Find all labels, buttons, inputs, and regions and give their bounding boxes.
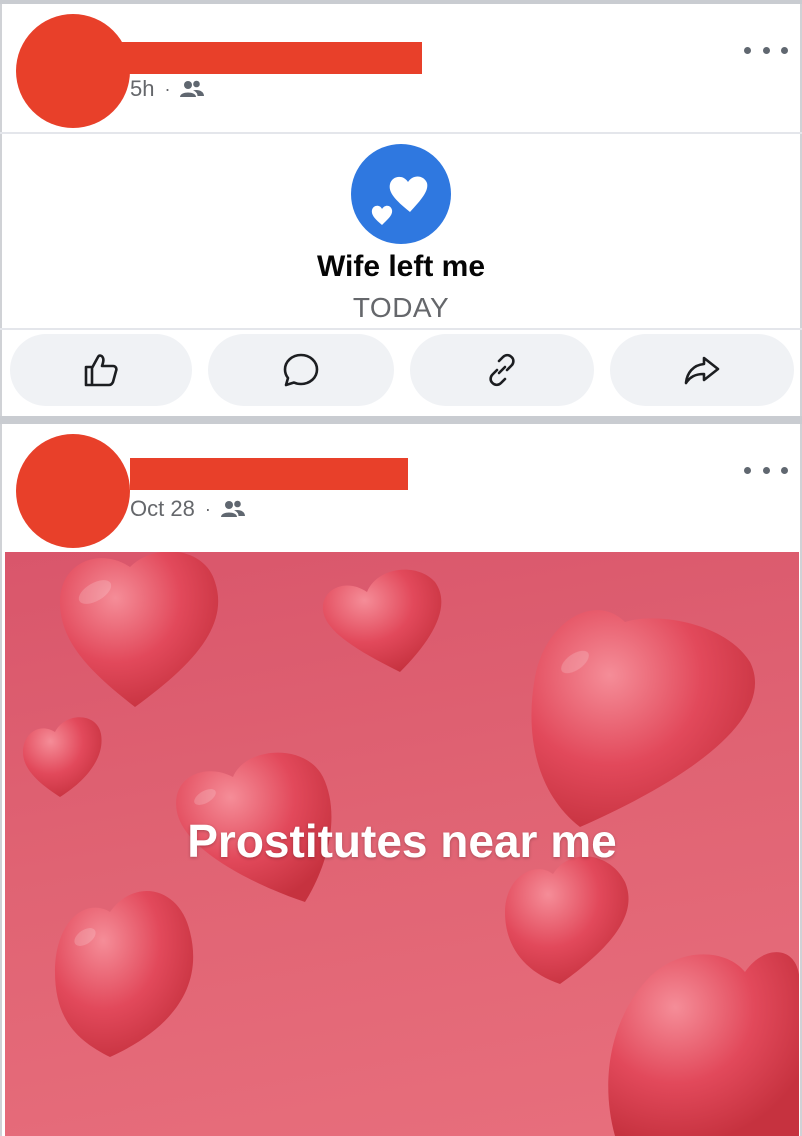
action-bar — [0, 334, 802, 408]
like-icon — [84, 354, 118, 387]
share-icon — [684, 356, 720, 385]
feed: 5h · Wife left me TODAY Oct 28 · Prostit… — [0, 0, 802, 1136]
life-event-title: Wife left me — [316, 250, 486, 283]
post-timestamp[interactable]: 5h — [130, 76, 154, 102]
meta-separator: · — [164, 78, 171, 99]
post-timestamp[interactable]: Oct 28 — [130, 496, 195, 522]
comment-icon — [283, 353, 319, 387]
post-image[interactable]: Prostitutes near me — [5, 552, 799, 1136]
like-button[interactable] — [10, 334, 192, 406]
comment-button[interactable] — [208, 334, 394, 406]
copy-link-button[interactable] — [410, 334, 594, 406]
friends-icon — [180, 79, 205, 99]
image-caption: Prostitutes near me — [187, 815, 617, 867]
share-button[interactable] — [610, 334, 794, 406]
more-options-icon[interactable] — [744, 38, 788, 62]
post-meta: Oct 28 · — [130, 496, 245, 522]
post-separator — [0, 416, 802, 424]
avatar[interactable] — [16, 14, 130, 128]
more-options-icon[interactable] — [744, 458, 788, 482]
post-card-1: 5h · Wife left me TODAY — [0, 4, 802, 416]
author-name-redacted[interactable] — [130, 458, 408, 490]
copy-link-icon — [489, 353, 515, 387]
friends-icon — [220, 499, 245, 519]
life-event-date: TODAY — [352, 292, 450, 323]
post-meta: 5h · — [130, 76, 205, 102]
life-event[interactable]: Wife left me TODAY — [0, 134, 802, 329]
post-card-2: Oct 28 · Prostitutes near me — [0, 424, 802, 1136]
author-name-redacted[interactable] — [120, 42, 422, 74]
hearts-icon — [351, 144, 451, 244]
avatar[interactable] — [16, 434, 130, 548]
meta-separator: · — [204, 498, 211, 519]
content-divider — [0, 328, 802, 330]
